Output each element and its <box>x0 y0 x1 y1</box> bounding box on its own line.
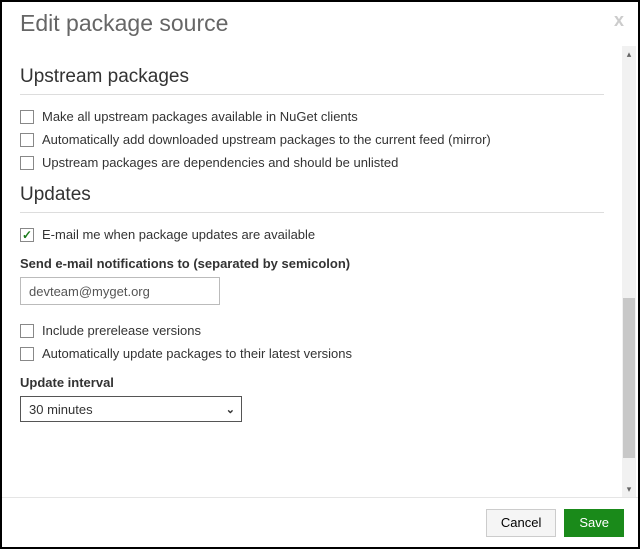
divider <box>20 212 604 213</box>
checkbox-auto-update[interactable] <box>20 347 34 361</box>
label-email: E-mail me when package updates are avail… <box>42 227 315 242</box>
label-deps-unlisted: Upstream packages are dependencies and s… <box>42 155 398 170</box>
email-field-label: Send e-mail notifications to (separated … <box>20 256 604 271</box>
interval-select[interactable]: 30 minutes ⌄ <box>20 396 242 422</box>
divider <box>20 94 604 95</box>
scroll-thumb[interactable] <box>623 298 635 458</box>
dialog-footer: Cancel Save <box>2 497 638 547</box>
chevron-down-icon: ⌄ <box>226 403 235 416</box>
email-field[interactable] <box>20 277 220 305</box>
checkbox-auto-add[interactable] <box>20 133 34 147</box>
scrollbar[interactable]: ▴ ▾ <box>622 46 636 497</box>
checkbox-make-available[interactable] <box>20 110 34 124</box>
scroll-up-icon[interactable]: ▴ <box>622 46 636 62</box>
label-make-available: Make all upstream packages available in … <box>42 109 358 124</box>
label-auto-add: Automatically add downloaded upstream pa… <box>42 132 491 147</box>
updates-heading: Updates <box>20 184 604 206</box>
interval-value: 30 minutes <box>29 402 93 417</box>
save-button[interactable]: Save <box>564 509 624 537</box>
label-auto-update: Automatically update packages to their l… <box>42 346 352 361</box>
label-prerelease: Include prerelease versions <box>42 323 201 338</box>
interval-label: Update interval <box>20 375 604 390</box>
dialog-title: Edit package source <box>20 10 620 37</box>
cancel-button[interactable]: Cancel <box>486 509 556 537</box>
upstream-heading: Upstream packages <box>20 66 604 88</box>
scroll-down-icon[interactable]: ▾ <box>622 481 636 497</box>
checkbox-prerelease[interactable] <box>20 324 34 338</box>
dialog-body: Upstream packages Make all upstream pack… <box>2 46 622 432</box>
close-icon[interactable]: x <box>614 10 624 31</box>
checkbox-deps-unlisted[interactable] <box>20 156 34 170</box>
checkbox-email[interactable] <box>20 228 34 242</box>
